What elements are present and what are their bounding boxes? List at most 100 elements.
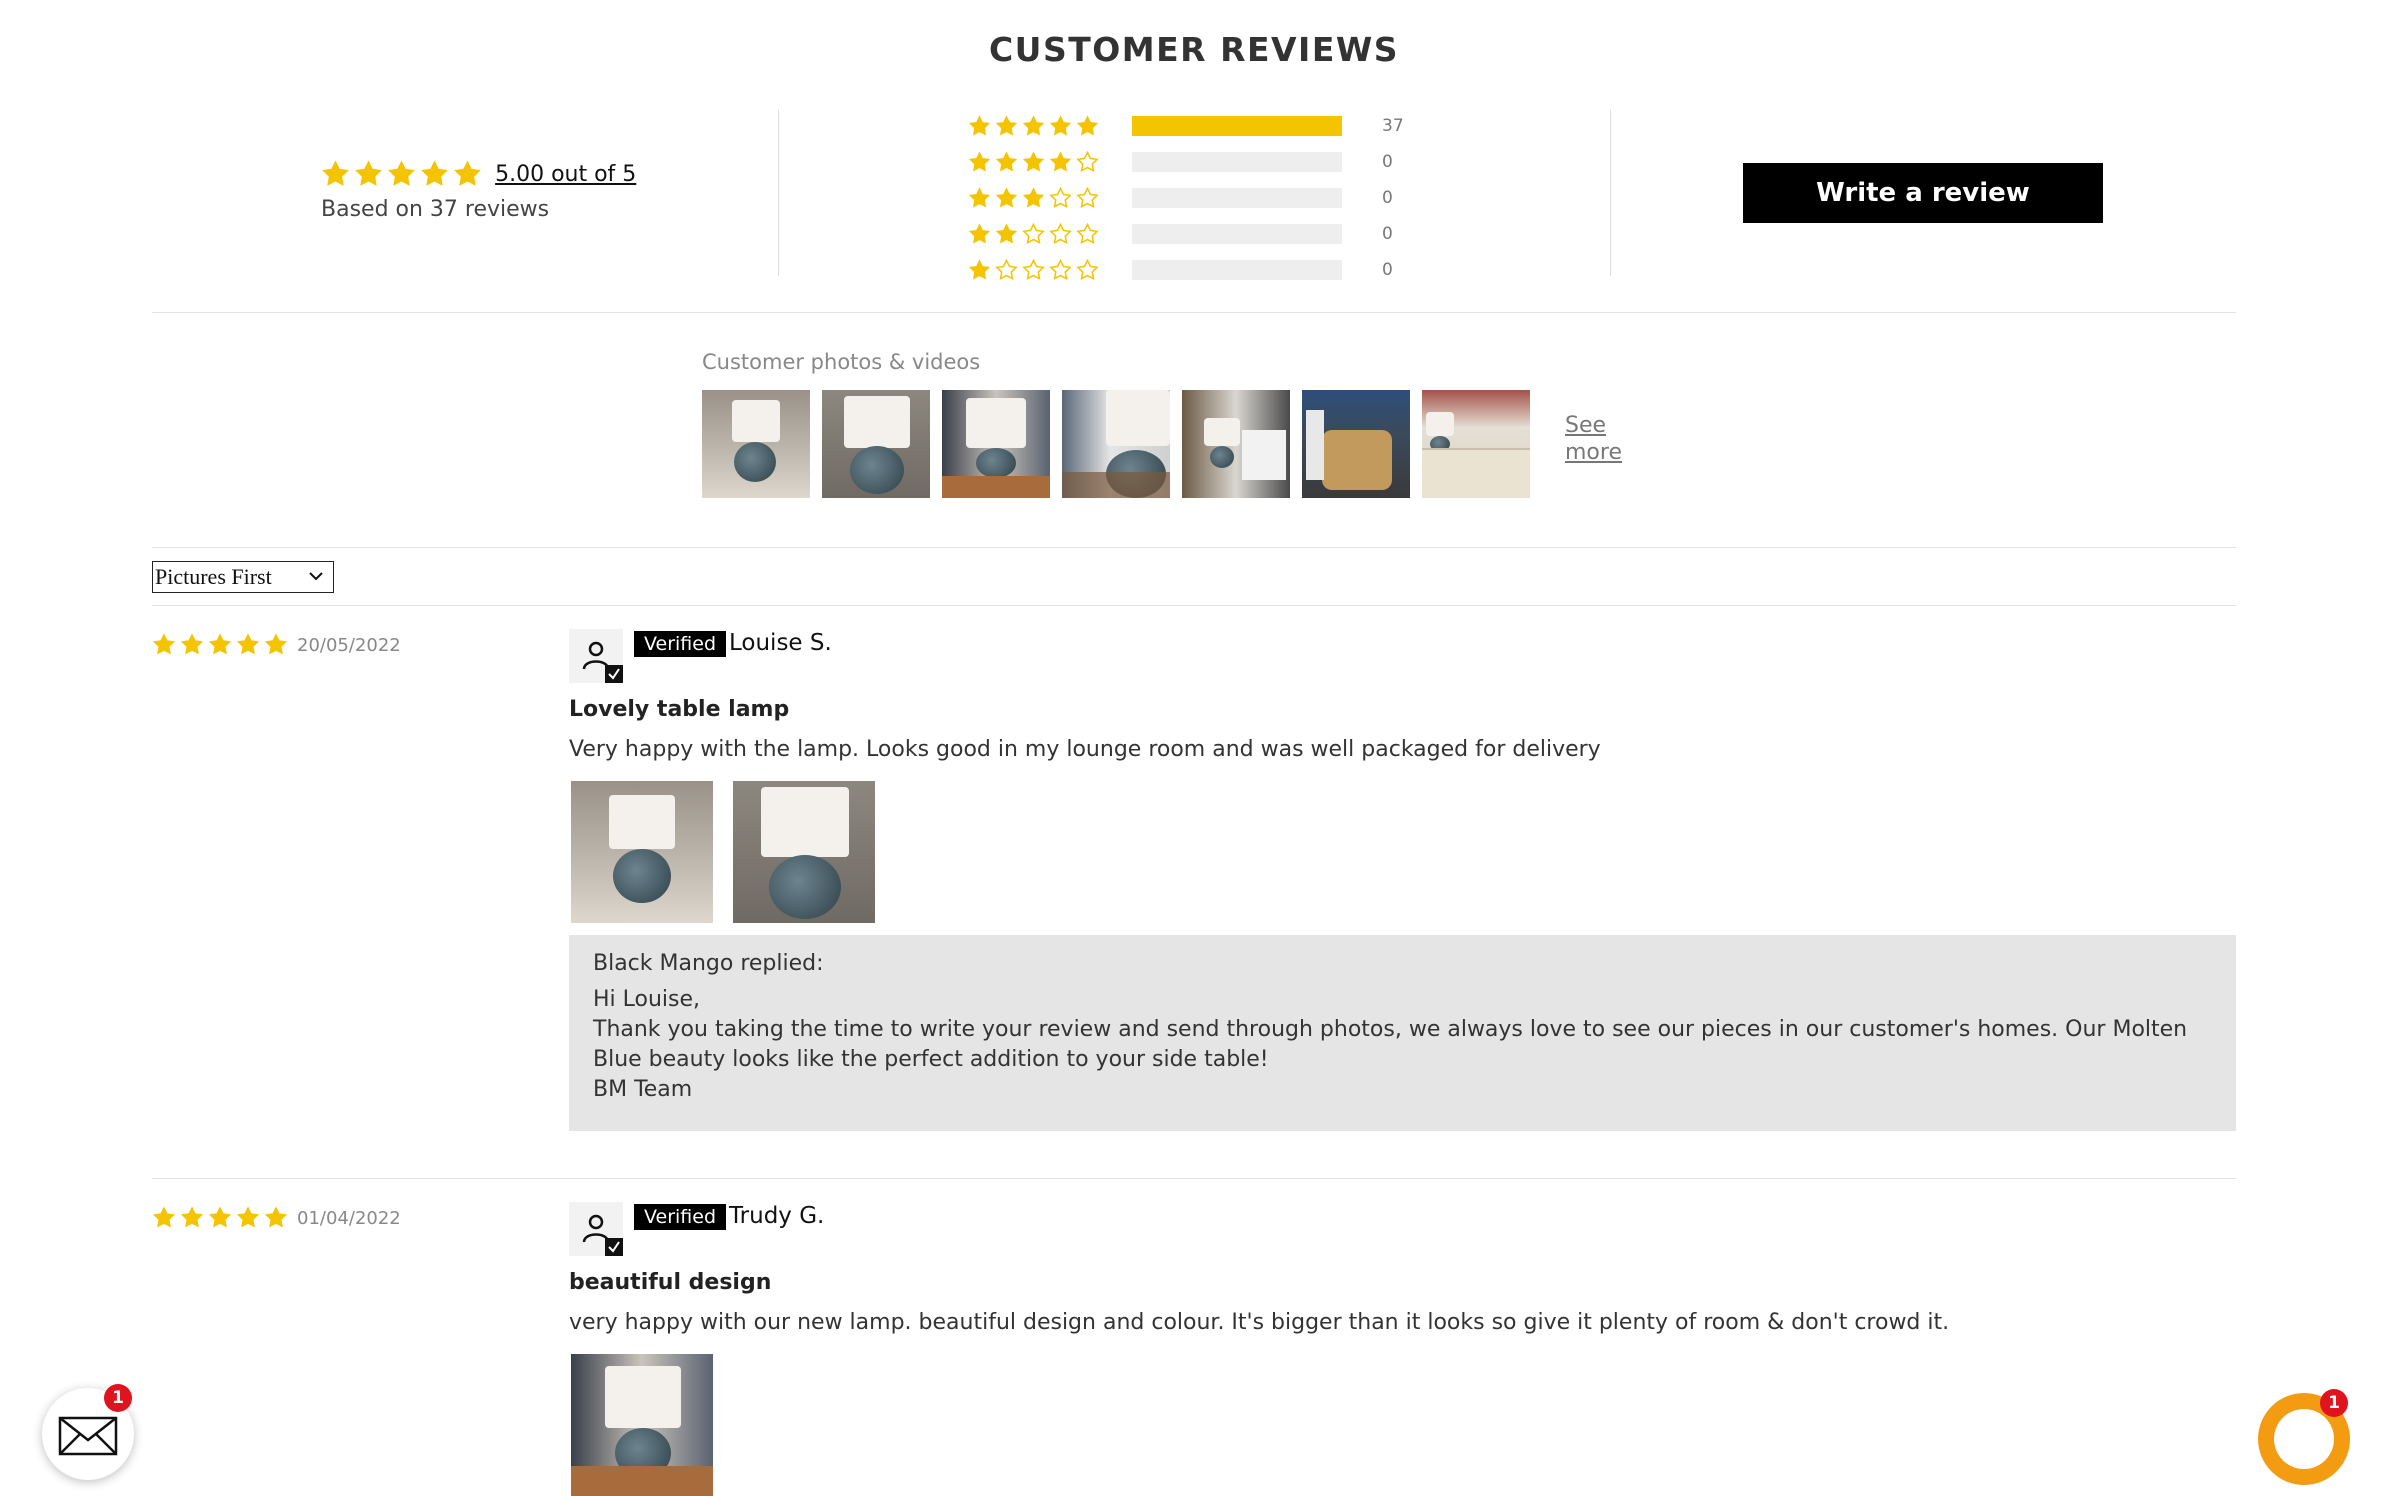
histogram-bar [1132, 188, 1342, 208]
histogram-stars [968, 259, 1132, 282]
histogram-stars [968, 151, 1132, 174]
review-images [571, 1354, 713, 1496]
star-filled-icon [209, 634, 231, 654]
review-image[interactable] [571, 781, 713, 923]
chat-button[interactable]: 1 [2258, 1389, 2350, 1485]
average-rating-link[interactable]: 5.00 out of 5 [495, 162, 636, 187]
histogram-row[interactable]: 0 [968, 252, 1404, 288]
review-image[interactable] [733, 781, 875, 923]
star-filled-icon [969, 115, 990, 135]
review-title: Lovely table lamp [569, 697, 790, 722]
histogram-bar [1132, 116, 1342, 136]
store-reply: Black Mango replied: Hi Louise, Thank yo… [569, 935, 2236, 1131]
review-stars [152, 1206, 288, 1230]
customer-photo-thumbnail[interactable] [702, 390, 810, 498]
customer-photo-thumbnail[interactable] [1422, 390, 1530, 498]
notification-badge: 1 [2320, 1389, 2348, 1417]
reviewer-name: Louise S. [729, 630, 832, 656]
reply-author: Black Mango replied: [593, 951, 824, 976]
divider [152, 605, 2236, 606]
star-empty-icon [1050, 259, 1071, 279]
histogram-bar-fill [1132, 116, 1342, 136]
star-filled-icon [996, 223, 1017, 243]
reply-line: Thank you taking the time to write your … [593, 1017, 2188, 1072]
star-filled-icon [153, 634, 175, 654]
reply-line: Hi Louise, [593, 987, 701, 1012]
star-empty-icon [1077, 151, 1098, 171]
star-empty-icon [1023, 223, 1044, 243]
histogram-row[interactable]: 0 [968, 144, 1404, 180]
star-filled-icon [265, 1207, 287, 1227]
histogram-count: 0 [1382, 188, 1393, 208]
histogram-row[interactable]: 0 [968, 216, 1404, 252]
histogram-stars [968, 115, 1132, 138]
star-filled-icon [1023, 115, 1044, 135]
user-icon [582, 641, 623, 683]
divider [152, 312, 2236, 313]
star-empty-icon [996, 259, 1017, 279]
newsletter-popup-button[interactable]: 1 [42, 1384, 134, 1480]
review-image[interactable] [571, 1354, 713, 1496]
review-title: beautiful design [569, 1270, 772, 1295]
star-empty-icon [1077, 187, 1098, 207]
notification-badge: 1 [104, 1384, 132, 1412]
sort-selected-value: Pictures First [155, 564, 272, 589]
star-empty-icon [1077, 259, 1098, 279]
star-filled-icon [1023, 187, 1044, 207]
star-filled-icon [322, 161, 349, 186]
customer-photo-thumbnail[interactable] [822, 390, 930, 498]
customer-photo-thumbnail[interactable] [1062, 390, 1170, 498]
star-empty-icon [1023, 259, 1044, 279]
divider [152, 1178, 2236, 1179]
star-filled-icon [237, 1207, 259, 1227]
review-count-text: Based on 37 reviews [321, 197, 550, 222]
reviewer-name: Trudy G. [729, 1203, 825, 1229]
star-filled-icon [181, 1207, 203, 1227]
customer-photo-thumbnail[interactable] [1302, 390, 1410, 498]
star-filled-icon [209, 1207, 231, 1227]
sort-select[interactable]: Pictures First [152, 561, 334, 593]
star-filled-icon [1050, 115, 1071, 135]
histogram-bar [1132, 224, 1342, 244]
star-filled-icon [421, 161, 448, 186]
reply-line: BM Team [593, 1077, 693, 1102]
histogram-row[interactable]: 37 [968, 108, 1404, 144]
customer-photo-thumbnail[interactable] [942, 390, 1050, 498]
histogram-bar [1132, 260, 1342, 280]
histogram-stars [968, 187, 1132, 210]
review-date: 20/05/2022 [297, 635, 401, 656]
avatar [569, 629, 623, 683]
see-more-link[interactable]: See more [1565, 412, 1635, 466]
star-filled-icon [969, 259, 990, 279]
histogram-stars [968, 223, 1132, 246]
divider [1610, 110, 1611, 276]
verified-badge: Verified [634, 631, 727, 657]
star-filled-icon [1023, 151, 1044, 171]
star-filled-icon [153, 1207, 175, 1227]
star-filled-icon [969, 223, 990, 243]
write-review-button[interactable]: Write a review [1743, 163, 2103, 223]
review-date: 01/04/2022 [297, 1208, 401, 1229]
histogram-row[interactable]: 0 [968, 180, 1404, 216]
histogram-count: 0 [1382, 152, 1393, 172]
star-filled-icon [996, 187, 1017, 207]
chevron-down-icon [309, 572, 323, 581]
star-filled-icon [969, 151, 990, 171]
rating-histogram: 37 0 0 0 0 [968, 108, 1404, 288]
divider [152, 547, 2236, 548]
average-stars [321, 160, 482, 189]
customer-photo-thumbnail[interactable] [1182, 390, 1290, 498]
star-empty-icon [1077, 223, 1098, 243]
photos-label: Customer photos & videos [702, 350, 981, 374]
divider [778, 110, 779, 276]
star-filled-icon [181, 634, 203, 654]
average-rating-summary: 5.00 out of 5 Based on 37 reviews [321, 160, 636, 222]
star-empty-icon [1050, 187, 1071, 207]
review-images [571, 781, 875, 923]
star-filled-icon [265, 634, 287, 654]
star-filled-icon [355, 161, 382, 186]
star-filled-icon [237, 634, 259, 654]
section-title: CUSTOMER REVIEWS [988, 30, 1400, 69]
star-filled-icon [388, 161, 415, 186]
star-filled-icon [996, 115, 1017, 135]
